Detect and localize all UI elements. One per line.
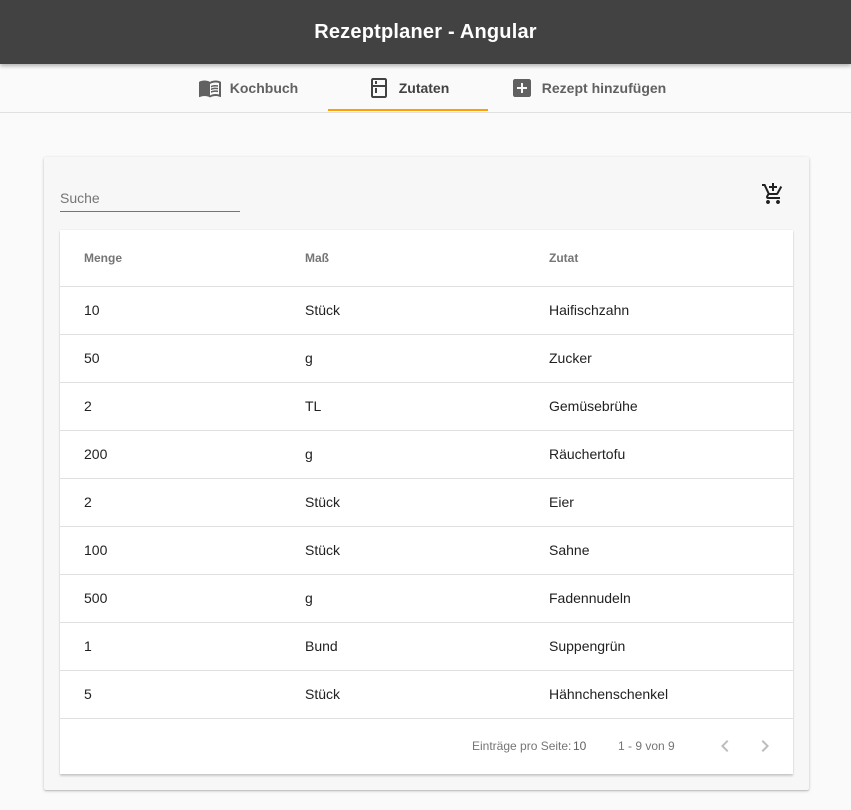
cell-zutat: Eier xyxy=(549,478,793,527)
tab-label: Kochbuch xyxy=(229,80,299,96)
cell-menge: 1 xyxy=(60,622,305,671)
table-row[interactable]: 5 Stück Hähnchenschenkel xyxy=(60,670,793,719)
header-row: Menge Maß Zutat xyxy=(60,230,793,287)
cell-menge: 10 xyxy=(60,286,305,335)
paginator: Einträge pro Seite: 10 1 - 9 von 9 xyxy=(60,718,793,774)
chevron-left-icon xyxy=(721,740,729,752)
cell-zutat: Gemüsebrühe xyxy=(549,382,793,431)
tab-bar: Kochbuch Zutaten Rezept hinzufügen xyxy=(0,64,851,113)
app-toolbar: Rezeptplaner - Angular xyxy=(0,0,851,64)
cell-zutat: Räuchertofu xyxy=(549,430,793,479)
next-page-button[interactable] xyxy=(751,732,779,760)
column-header-mass[interactable]: Maß xyxy=(305,230,549,287)
cell-zutat: Suppengrün xyxy=(549,622,793,671)
add-to-shopping-list-button[interactable] xyxy=(756,177,790,211)
cell-menge: 2 xyxy=(60,382,305,431)
cell-zutat: Fadennudeln xyxy=(549,574,793,623)
cell-mass: Stück xyxy=(305,526,549,575)
cell-mass: g xyxy=(305,430,549,479)
items-per-page-label: Einträge pro Seite: xyxy=(472,739,572,753)
ingredients-table: Menge Maß Zutat 10 Stück Haifischzahn 50 g Zu… xyxy=(60,230,793,719)
cell-mass: g xyxy=(305,574,549,623)
table-row[interactable]: 100 Stück Sahne xyxy=(60,526,793,575)
table-row[interactable]: 2 Stück Eier xyxy=(60,478,793,527)
cell-menge: 2 xyxy=(60,478,305,527)
tab-kochbuch[interactable]: Kochbuch xyxy=(168,64,328,112)
cell-mass: Bund xyxy=(305,622,549,671)
cell-mass: Stück xyxy=(305,286,549,335)
active-tab-indicator xyxy=(328,109,488,111)
cell-mass: g xyxy=(305,334,549,383)
cell-zutat: Hähnchenschenkel xyxy=(549,670,793,719)
tab-label: Zutaten xyxy=(398,80,450,96)
add-box-icon xyxy=(512,79,531,97)
page-size-select[interactable]: 10 xyxy=(573,739,586,753)
cell-menge: 500 xyxy=(60,574,305,623)
column-header-zutat[interactable]: Zutat xyxy=(549,230,793,287)
search-input[interactable] xyxy=(60,186,240,210)
table-row[interactable]: 2 TL Gemüsebrühe xyxy=(60,382,793,431)
cell-menge: 50 xyxy=(60,334,305,383)
cell-mass: TL xyxy=(305,382,549,431)
table-row[interactable]: 200 g Räuchertofu xyxy=(60,430,793,479)
app-title: Rezeptplaner - Angular xyxy=(314,20,537,43)
cell-zutat: Sahne xyxy=(549,526,793,575)
cell-zutat: Haifischzahn xyxy=(549,286,793,335)
cell-menge: 5 xyxy=(60,670,305,719)
tab-zutaten[interactable]: Zutaten xyxy=(328,64,488,112)
page-range-label: 1 - 9 von 9 xyxy=(618,739,675,753)
table-row[interactable]: 50 g Zucker xyxy=(60,334,793,383)
tab-rezept-hinzufuegen[interactable]: Rezept hinzufügen xyxy=(488,64,688,112)
table-row[interactable]: 1 Bund Suppengrün xyxy=(60,622,793,671)
previous-page-button[interactable] xyxy=(711,732,739,760)
cell-menge: 200 xyxy=(60,430,305,479)
cell-mass: Stück xyxy=(305,670,549,719)
cell-menge: 100 xyxy=(60,526,305,575)
cell-mass: Stück xyxy=(305,478,549,527)
chevron-right-icon xyxy=(761,740,769,752)
cell-zutat: Zucker xyxy=(549,334,793,383)
table-row[interactable]: 10 Stück Haifischzahn xyxy=(60,286,793,335)
kitchen-icon xyxy=(370,78,387,98)
ingredients-table-container: Menge Maß Zutat 10 Stück Haifischzahn 50 g Zu… xyxy=(60,230,793,774)
menu-book-icon xyxy=(198,80,221,98)
tab-label: Rezept hinzufügen xyxy=(541,80,667,96)
add-shopping-cart-icon xyxy=(762,183,783,204)
table-body: 10 Stück Haifischzahn 50 g Zucker 2 TL Gemüsebrü… xyxy=(60,286,793,719)
column-header-menge[interactable]: Menge xyxy=(60,230,305,287)
table-row[interactable]: 500 g Fadennudeln xyxy=(60,574,793,623)
search-field[interactable] xyxy=(60,186,240,212)
